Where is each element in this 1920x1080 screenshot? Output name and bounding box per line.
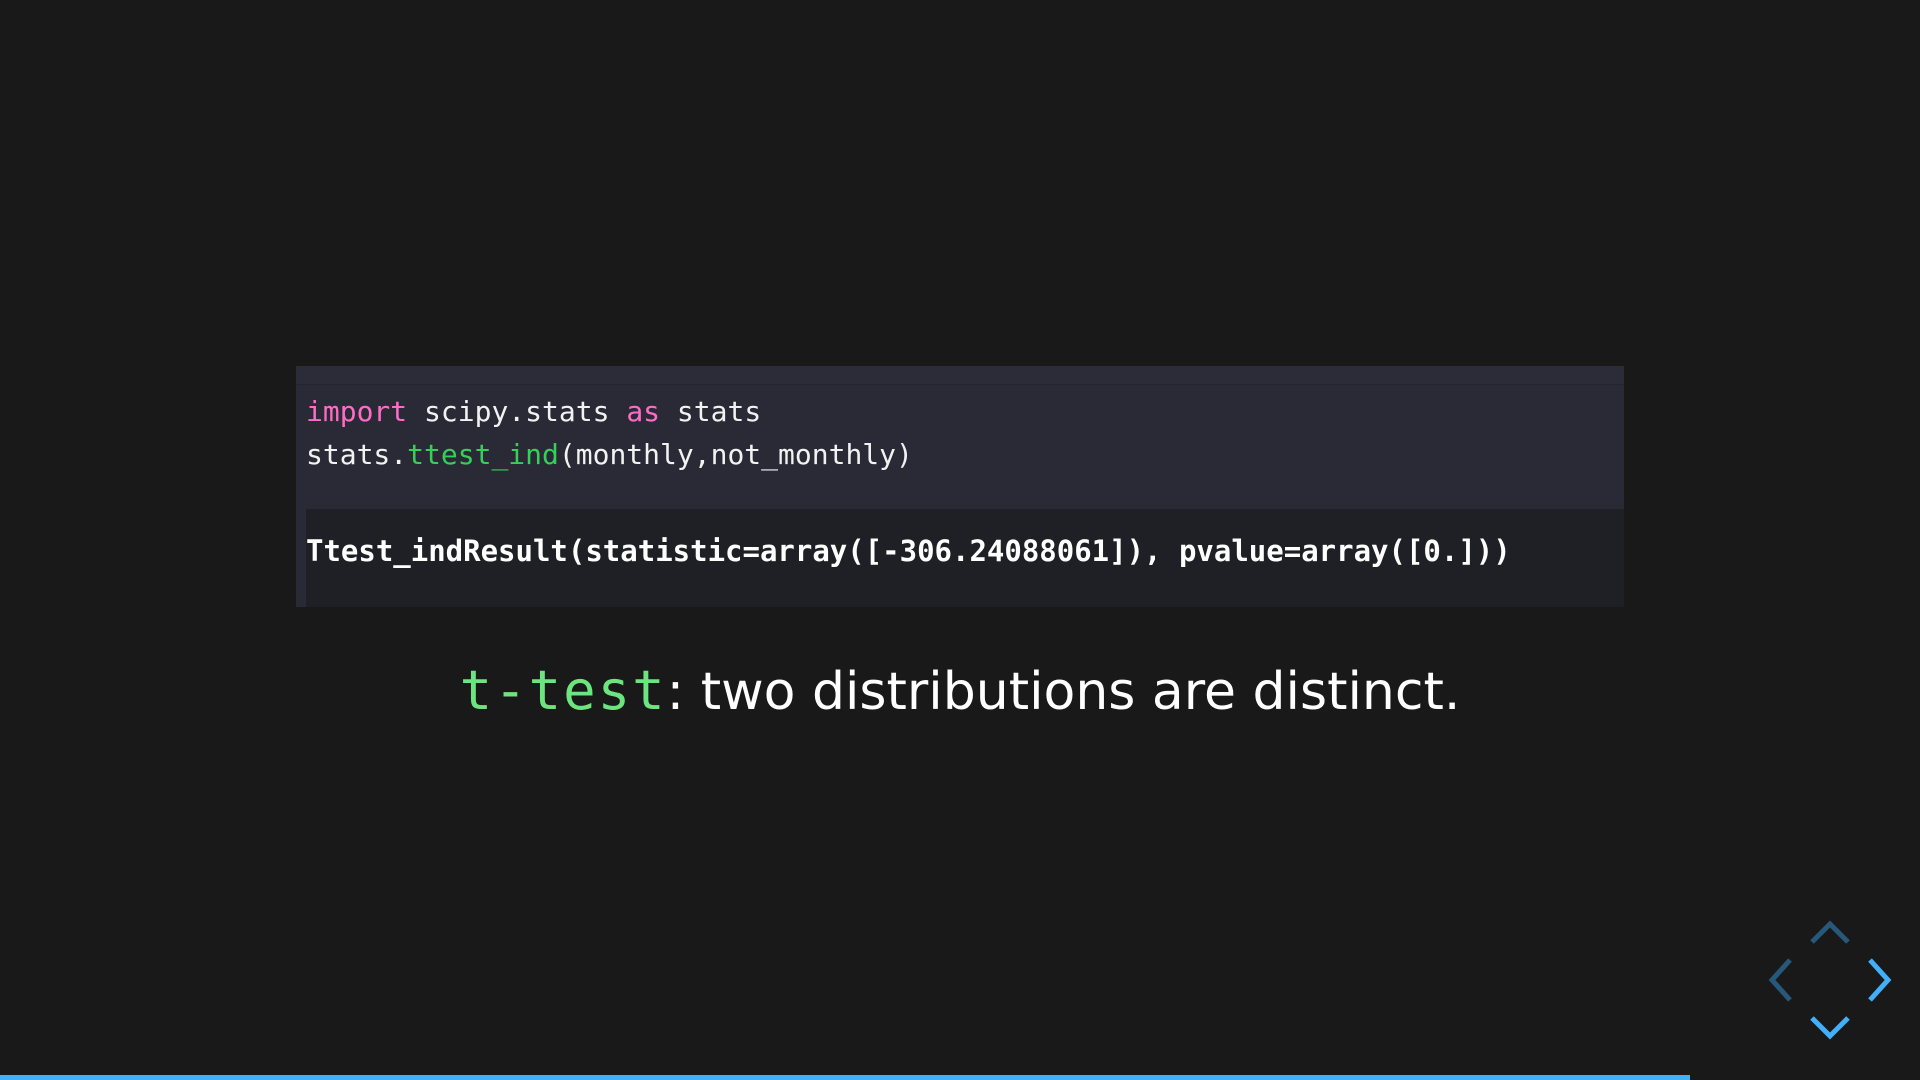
- nav-right-button[interactable]: [1868, 958, 1892, 1002]
- progress-bar-fill: [0, 1075, 1690, 1080]
- chevron-right-icon: [1868, 958, 1892, 1002]
- code-prefix: stats.: [306, 438, 408, 471]
- code-output: Ttest_indResult(statistic=array([-306.24…: [306, 509, 1624, 607]
- chevron-up-icon: [1810, 920, 1850, 944]
- code-args: (monthly,not_monthly): [558, 438, 913, 471]
- code-module: scipy.stats: [407, 395, 627, 428]
- output-text: Ttest_indResult(statistic=array([-306.24…: [306, 534, 1511, 568]
- code-block: import scipy.stats as stats stats.ttest_…: [296, 366, 1624, 607]
- code-line-call: stats.ttest_ind(monthly,not_monthly): [306, 433, 1624, 476]
- nav-down-button[interactable]: [1810, 1016, 1850, 1040]
- chevron-down-icon: [1810, 1016, 1850, 1040]
- progress-bar: [0, 1075, 1920, 1080]
- slide-caption: t-test: two distributions are distinct.: [0, 656, 1920, 727]
- code-alias: stats: [660, 395, 762, 428]
- keyword-import: import: [306, 395, 408, 428]
- caption-code: t-test: [459, 659, 667, 722]
- code-line-import: import scipy.stats as stats: [306, 390, 1624, 433]
- code-block-header: [296, 366, 1624, 385]
- chevron-left-icon: [1768, 958, 1792, 1002]
- keyword-as: as: [626, 395, 661, 428]
- code-input: import scipy.stats as stats stats.ttest_…: [306, 384, 1624, 476]
- caption-text: : two distributions are distinct.: [666, 662, 1461, 722]
- navigation-controls: [1768, 920, 1892, 1040]
- nav-left-button[interactable]: [1768, 958, 1792, 1002]
- slide-navigation: [1760, 912, 1900, 1052]
- function-name: ttest_ind: [407, 438, 559, 471]
- nav-up-button[interactable]: [1810, 920, 1850, 944]
